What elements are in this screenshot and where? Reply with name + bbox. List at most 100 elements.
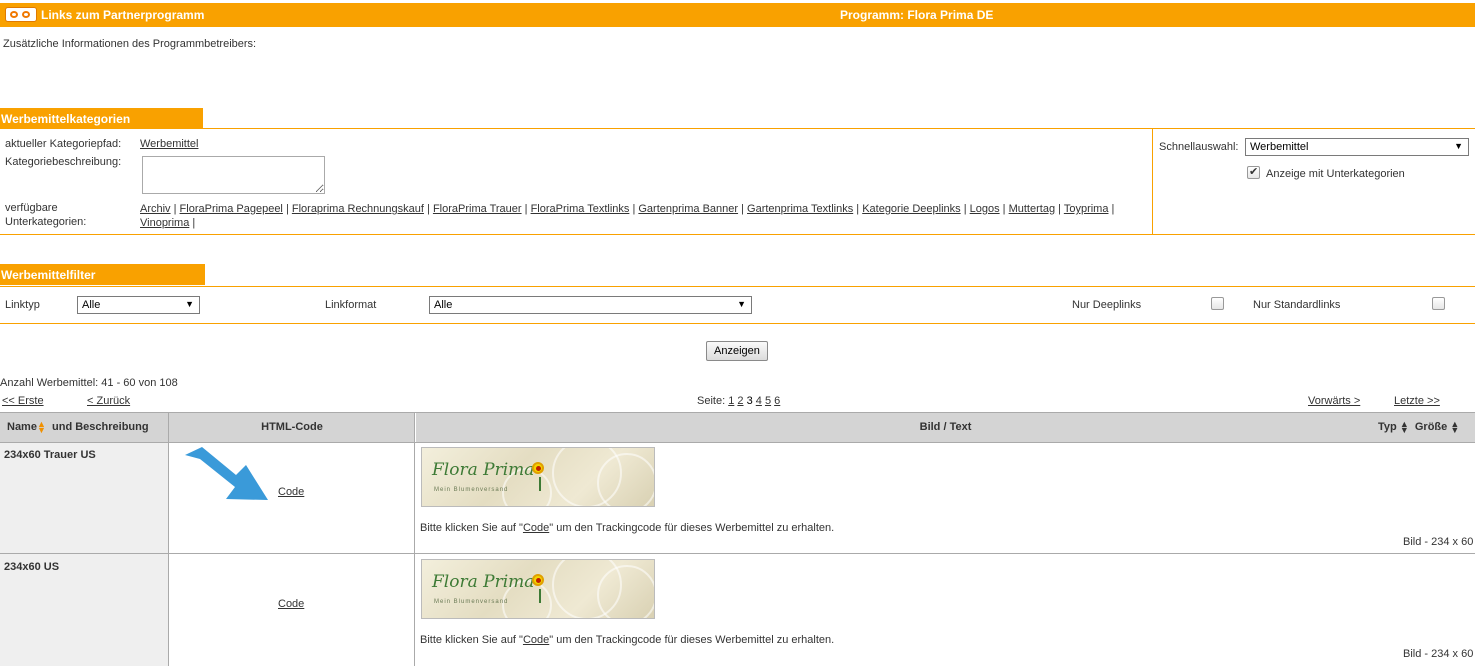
code-link[interactable]: Code [278,486,304,498]
category-description-field[interactable] [142,156,325,194]
row-name: 234x60 Trauer US [4,449,96,461]
divider [0,234,1475,235]
divider [168,413,169,666]
current-page: 3 [746,395,753,407]
banner-image: Flora Prima Mein Blumenversand [421,447,655,507]
column-header-html: HTML-Code [169,413,415,442]
subcategory-list: Archiv | FloraPrima Pagepeel | Floraprim… [140,203,1115,229]
linktype-label: Linktyp [5,299,40,311]
dropdown-arrow-icon: ▼ [185,299,194,309]
page-link[interactable]: 6 [774,395,780,407]
quick-select-label: Schnellauswahl: [1159,141,1239,153]
show-subcategories-label: Anzeige mit Unterkategorien [1266,168,1405,180]
show-button[interactable]: Anzeigen [706,341,768,361]
categories-tab: Werbemittelkategorien [0,108,203,129]
divider [0,286,1475,287]
linkformat-value: Alle [434,299,453,311]
sort-icon[interactable]: ▲ ▼ [37,420,46,435]
linkformat-dropdown[interactable]: Alle ▼ [429,296,752,314]
divider [414,413,415,666]
row-meta: Bild - 234 x 60 [1403,648,1474,660]
subcategory-link[interactable]: Kategorie Deeplinks [862,203,960,215]
sort-icon[interactable]: ▲ ▼ [1450,420,1459,435]
subcategory-link[interactable]: Gartenprima Textlinks [747,203,853,215]
filter-tab: Werbemittelfilter [0,264,205,285]
column-type-label: Typ [1378,421,1397,433]
subcategory-link[interactable]: Toyprima [1064,203,1109,215]
program-title: Programm: Flora Prima DE [840,8,994,22]
subcategories-label-2: Unterkategorien: [5,216,87,228]
divider [0,128,1475,129]
banner-brand-text: Flora Prima [432,460,535,480]
category-description-label: Kategoriebeschreibung: [5,156,122,168]
column-header-type[interactable]: Typ ▲ ▼ Größe ▲ ▼ [1378,420,1459,435]
description-code-link[interactable]: Code [523,634,549,646]
sort-icon[interactable]: ▲ ▼ [1400,420,1409,435]
linkformat-label: Linkformat [325,299,377,311]
column-name-label: Name [7,421,37,433]
category-path-label: aktueller Kategoriepfad: [5,138,122,150]
standardlinks-checkbox[interactable] [1432,297,1445,310]
result-count: Anzahl Werbemittel: 41 - 60 von 108 [0,377,178,389]
subcategory-link[interactable]: Logos [970,203,1000,215]
subcategory-link[interactable]: FloraPrima Pagepeel [180,203,283,215]
subcategory-link[interactable]: Vinoprima [140,217,189,229]
banner-sub-text: Mein Blumenversand [434,599,509,605]
banner-image: Flora Prima Mein Blumenversand [421,559,655,619]
column-size-label: Größe [1414,421,1448,433]
page-selector: Seite: 1 2 3 4 5 6 [697,395,780,407]
show-subcategories-checkbox[interactable] [1247,165,1260,179]
row-meta: Bild - 234 x 60 [1403,536,1474,548]
subcategories-label-1: verfügbare [5,202,58,214]
banner-sub-text: Mein Blumenversand [434,487,509,493]
next-page-link[interactable]: Vorwärts > [1308,395,1360,407]
program-info-text: Zusätzliche Informationen des Programmbe… [3,38,257,50]
divider [0,553,1475,554]
column-header-name[interactable]: Name▲ ▼ und Beschreibung [0,413,168,442]
column-name-rest-label: und Beschreibung [52,421,149,433]
category-path-link[interactable]: Werbemittel [140,138,198,150]
column-header-image: Bild / Text [416,413,1475,442]
description-text: Bitte klicken Sie auf " [420,634,523,646]
subcategory-link[interactable]: Muttertag [1009,203,1055,215]
description-text: Bitte klicken Sie auf " [420,522,523,534]
quick-select-dropdown[interactable]: Werbemittel ▼ [1245,138,1469,156]
subcategory-link[interactable]: FloraPrima Trauer [433,203,522,215]
code-link[interactable]: Code [278,598,304,610]
prev-page-link[interactable]: < Zurück [87,395,130,407]
page-title: Links zum Partnerprogramm [41,8,205,22]
page-link[interactable]: 2 [737,395,743,407]
linktype-dropdown[interactable]: Alle ▼ [77,296,200,314]
divider [0,323,1475,324]
deeplinks-checkbox[interactable] [1211,297,1224,310]
divider [0,442,1475,443]
last-page-link[interactable]: Letzte >> [1394,395,1440,407]
dropdown-arrow-icon: ▼ [737,299,746,309]
row-description: Bitte klicken Sie auf "Code" um den Trac… [420,522,834,534]
subcategory-link[interactable]: Floraprima Rechnungskauf [292,203,424,215]
deeplinks-label: Nur Deeplinks [1072,299,1142,311]
top-header-bar: Links zum Partnerprogramm Programm: Flor… [0,3,1475,27]
row-name: 234x60 US [4,561,60,573]
link-chain-icon [5,7,37,22]
arrow-pointer-icon [185,447,268,500]
page-label: Seite: [697,395,726,407]
subcategory-link[interactable]: Gartenprima Banner [638,203,738,215]
column-image-label: Bild / Text [919,421,972,433]
divider [1152,128,1153,235]
page-link[interactable]: 5 [765,395,771,407]
dropdown-arrow-icon: ▼ [1454,141,1463,151]
linktype-value: Alle [82,299,101,311]
subcategory-link[interactable]: FloraPrima Textlinks [531,203,630,215]
description-text: " um den Trackingcode für dieses Werbemi… [549,522,835,534]
page-link[interactable]: 4 [756,395,762,407]
standardlinks-label: Nur Standardlinks [1253,299,1341,311]
first-page-link[interactable]: << Erste [2,395,44,407]
banner-brand-text: Flora Prima [432,572,535,592]
page-link[interactable]: 1 [728,395,734,407]
row-description: Bitte klicken Sie auf "Code" um den Trac… [420,634,834,646]
quick-select-value: Werbemittel [1250,141,1309,153]
subcategory-link[interactable]: Archiv [140,203,171,215]
description-code-link[interactable]: Code [523,522,549,534]
description-text: " um den Trackingcode für dieses Werbemi… [549,634,835,646]
